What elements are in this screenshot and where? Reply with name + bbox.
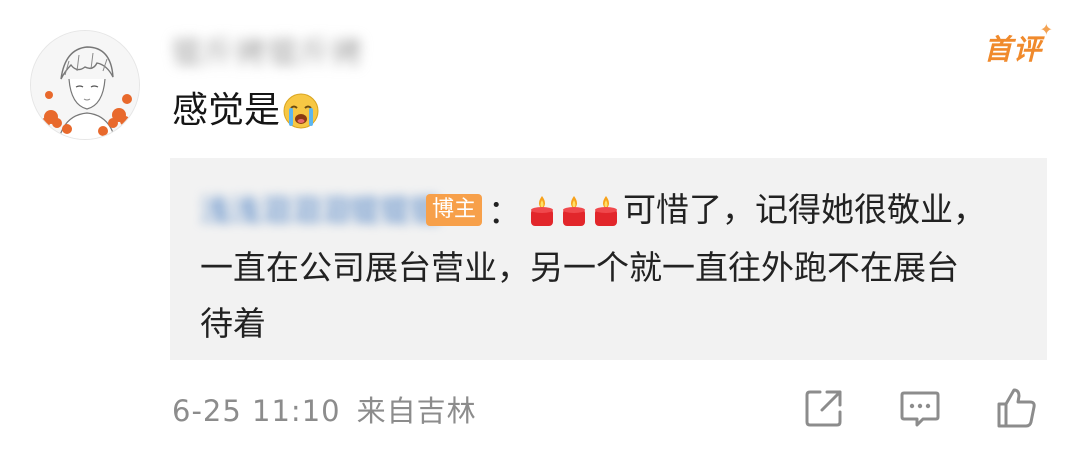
avatar[interactable] [30,30,140,140]
comment-card: 锟斤拷锟斤拷 首评 ✦ 感觉是 浅浅泪泪泪锟锟锟博主：可惜了，记得她很敬业，一直… [0,0,1080,450]
blogger-badge: 博主 [426,193,483,226]
candle-icon [531,196,554,226]
first-comment-badge: 首评 ✦ [983,20,1053,68]
first-comment-label: 首评 [983,33,1042,66]
reply-colon: ： [488,191,522,231]
comment-location: 来自吉林 [356,394,477,428]
reply-author-name[interactable]: 浅浅泪泪泪锟锟锟 [200,184,440,240]
comment-icon[interactable] [896,384,944,432]
comment-timestamp: 6-25 11:10 [172,394,341,428]
comment-text: 感觉是 [172,90,281,131]
comment-author-name[interactable]: 锟斤拷锟斤拷 [172,28,364,72]
crying-face-icon [283,93,319,129]
candle-icon [563,196,586,226]
comment-meta: 6-25 11:10 来自吉林 [172,388,477,430]
comment-body: 感觉是 [172,86,320,136]
like-icon[interactable] [992,384,1040,432]
candle-emoji-group [527,182,623,238]
avatar-illustration-icon [31,31,139,139]
comment-actions [800,384,1040,432]
sparkle-icon: ✦ [1039,20,1054,39]
share-icon[interactable] [800,384,848,432]
candle-icon [595,196,618,226]
reply-content: 浅浅泪泪泪锟锟锟博主：可惜了，记得她很敬业，一直在公司展台营业，另一个就一直往外… [200,182,987,352]
reply-box[interactable]: 浅浅泪泪泪锟锟锟博主：可惜了，记得她很敬业，一直在公司展台营业，另一个就一直往外… [170,158,1047,360]
